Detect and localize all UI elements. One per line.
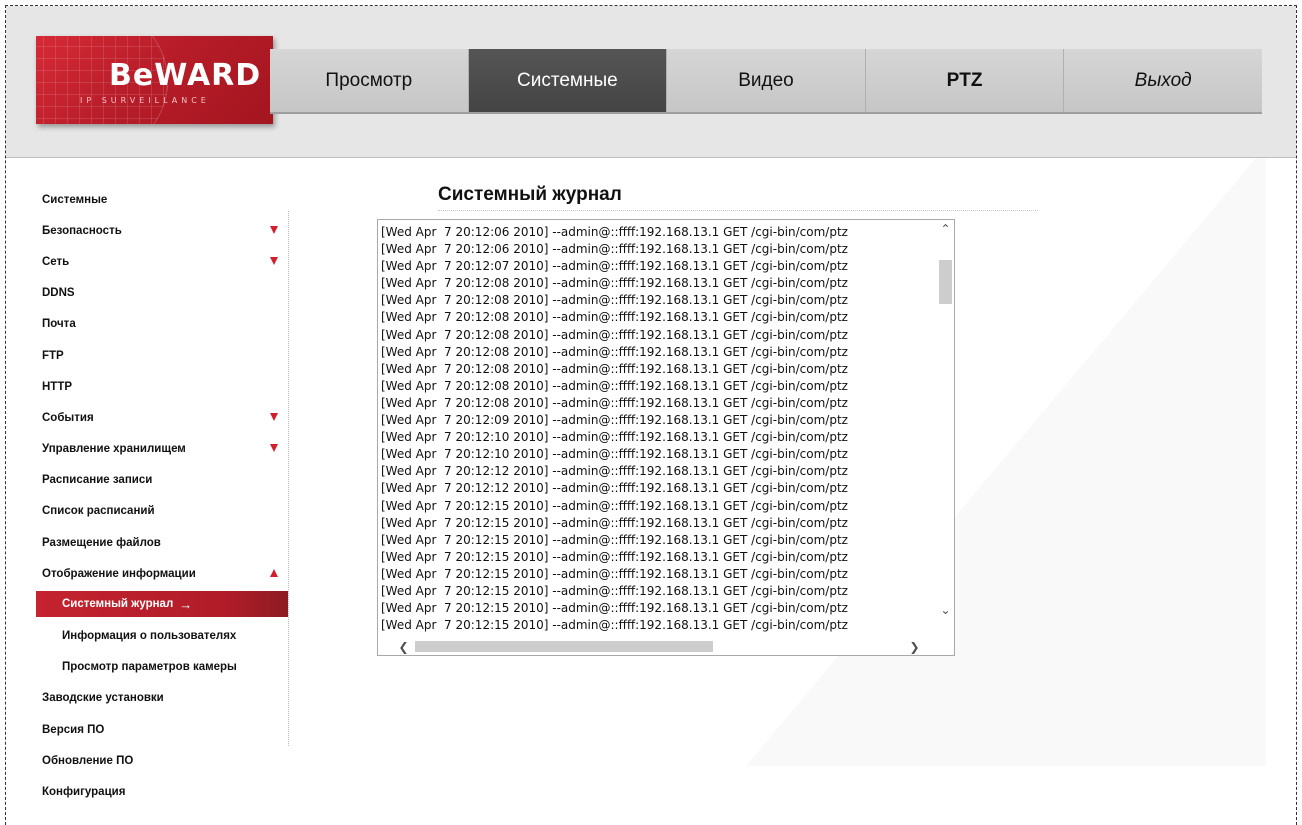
triangle-down-icon: [270, 256, 278, 265]
chevron-up-icon[interactable]: ⌃: [937, 220, 954, 237]
page-frame: BeWARD IP SURVEILLANCE Просмотр Системны…: [5, 5, 1297, 825]
brand-logo[interactable]: BeWARD IP SURVEILLANCE: [36, 36, 273, 124]
sidebar-item-label: Сеть: [42, 255, 70, 268]
sidebar-item-label: Безопасность: [42, 224, 122, 237]
log-line: [Wed Apr 7 20:12:15 2010] --admin@::ffff…: [381, 549, 848, 564]
sidebar-item-label: Просмотр параметров камеры: [62, 661, 237, 674]
sidebar-item-firmware-version[interactable]: Версия ПО: [36, 714, 288, 745]
logo-text: BeWARD: [109, 58, 262, 93]
log-content: [Wed Apr 7 20:12:06 2010] --admin@::ffff…: [381, 224, 937, 632]
sidebar-item-label: Расписание записи: [42, 474, 153, 487]
sidebar-divider: [288, 211, 289, 746]
sidebar-item-label: Управление хранилищем: [42, 443, 186, 456]
sidebar-item-firmware-update[interactable]: Обновление ПО: [36, 745, 288, 776]
nav-item-view[interactable]: Просмотр: [270, 49, 469, 112]
page-title: Системный журнал: [438, 184, 622, 205]
log-line: [Wed Apr 7 20:12:15 2010] --admin@::ffff…: [381, 532, 848, 547]
nav-item-video[interactable]: Видео: [667, 49, 866, 112]
log-line: [Wed Apr 7 20:12:08 2010] --admin@::ffff…: [381, 344, 848, 359]
sidebar-item-label: Информация о пользователях: [62, 630, 237, 643]
sidebar-item-label: Заводские установки: [42, 692, 164, 705]
log-line: [Wed Apr 7 20:12:08 2010] --admin@::ffff…: [381, 293, 848, 308]
log-line: [Wed Apr 7 20:12:12 2010] --admin@::ffff…: [381, 481, 848, 496]
sidebar-item-system-log[interactable]: Системный журнал →: [36, 591, 288, 618]
sidebar-item-label: Конфигурация: [42, 785, 126, 798]
log-line: [Wed Apr 7 20:12:08 2010] --admin@::ffff…: [381, 378, 848, 393]
sidebar-item-schedule-list[interactable]: Список расписаний: [36, 496, 288, 527]
sidebar-item-http[interactable]: HTTP: [36, 371, 288, 402]
vertical-scroll-thumb[interactable]: [939, 260, 952, 304]
log-line: [Wed Apr 7 20:12:06 2010] --admin@::ffff…: [381, 242, 848, 257]
sidebar-item-ddns[interactable]: DDNS: [36, 278, 288, 309]
log-line: [Wed Apr 7 20:12:12 2010] --admin@::ffff…: [381, 464, 848, 479]
chevron-right-icon[interactable]: ❯: [906, 638, 923, 655]
sidebar-item-camera-params[interactable]: Просмотр параметров камеры: [36, 652, 288, 683]
sidebar-item-storage[interactable]: Управление хранилищем: [36, 434, 288, 465]
chevron-down-icon[interactable]: ⌄: [937, 601, 954, 618]
log-line: [Wed Apr 7 20:12:06 2010] --admin@::ffff…: [381, 225, 848, 239]
nav-item-logout[interactable]: Выход: [1064, 49, 1262, 112]
sidebar: Системные Безопасность Сеть DDNS Почта F…: [36, 184, 288, 808]
vertical-scrollbar[interactable]: ⌃ ⌄: [937, 220, 954, 640]
log-line: [Wed Apr 7 20:12:15 2010] --admin@::ffff…: [381, 515, 848, 530]
sidebar-item-label: Почта: [42, 318, 76, 331]
top-nav: Просмотр Системные Видео PTZ Выход: [270, 49, 1262, 114]
sidebar-item-label: HTTP: [42, 380, 73, 393]
sidebar-item-label: Список расписаний: [42, 505, 155, 518]
log-line: [Wed Apr 7 20:12:07 2010] --admin@::ffff…: [381, 259, 848, 274]
log-line: [Wed Apr 7 20:12:10 2010] --admin@::ffff…: [381, 430, 848, 445]
log-line: [Wed Apr 7 20:12:08 2010] --admin@::ffff…: [381, 327, 848, 342]
sidebar-item-label: Версия ПО: [42, 723, 105, 736]
sidebar-item-events[interactable]: События: [36, 402, 288, 433]
log-line: [Wed Apr 7 20:12:15 2010] --admin@::ffff…: [381, 601, 848, 616]
logo-subtitle: IP SURVEILLANCE: [80, 96, 210, 105]
sidebar-item-label: DDNS: [42, 287, 75, 300]
sidebar-item-user-info[interactable]: Информация о пользователях: [36, 620, 288, 651]
nav-item-ptz[interactable]: PTZ: [865, 49, 1065, 112]
log-line: [Wed Apr 7 20:12:08 2010] --admin@::ffff…: [381, 395, 848, 410]
log-line: [Wed Apr 7 20:12:08 2010] --admin@::ffff…: [381, 310, 848, 325]
sidebar-item-system[interactable]: Системные: [36, 184, 288, 215]
sidebar-item-label: FTP: [42, 349, 64, 362]
sidebar-item-label: Системные: [42, 193, 108, 206]
sidebar-item-label: Системный журнал: [62, 598, 174, 611]
log-line: [Wed Apr 7 20:12:10 2010] --admin@::ffff…: [381, 447, 848, 462]
arrow-right-icon: →: [179, 596, 193, 612]
nav-item-system[interactable]: Системные: [468, 49, 668, 112]
sidebar-item-label: Размещение файлов: [42, 536, 161, 549]
header: BeWARD IP SURVEILLANCE Просмотр Системны…: [6, 6, 1296, 158]
log-line: [Wed Apr 7 20:12:08 2010] --admin@::ffff…: [381, 276, 848, 291]
sidebar-item-record-schedule[interactable]: Расписание записи: [36, 465, 288, 496]
chevron-left-icon[interactable]: ❮: [395, 638, 412, 655]
log-line: [Wed Apr 7 20:12:15 2010] --admin@::ffff…: [381, 498, 848, 513]
horizontal-scroll-thumb[interactable]: [415, 641, 713, 652]
log-line: [Wed Apr 7 20:12:15 2010] --admin@::ffff…: [381, 566, 848, 581]
horizontal-scrollbar[interactable]: ❮ ❯: [378, 638, 954, 655]
sidebar-item-label: События: [42, 411, 94, 424]
log-line: [Wed Apr 7 20:12:15 2010] --admin@::ffff…: [381, 583, 848, 598]
title-divider: [438, 210, 1038, 211]
triangle-down-icon: [270, 225, 278, 234]
system-log-textarea[interactable]: [Wed Apr 7 20:12:06 2010] --admin@::ffff…: [377, 219, 955, 656]
sidebar-item-ftp[interactable]: FTP: [36, 340, 288, 371]
sidebar-item-label: Отображение информации: [42, 567, 196, 580]
log-line: [Wed Apr 7 20:12:08 2010] --admin@::ffff…: [381, 361, 848, 376]
sidebar-item-mail[interactable]: Почта: [36, 309, 288, 340]
sidebar-item-network[interactable]: Сеть: [36, 246, 288, 277]
log-line: [Wed Apr 7 20:12:15 2010] --admin@::ffff…: [381, 618, 848, 632]
triangle-down-icon: [270, 444, 278, 453]
triangle-up-icon: [270, 568, 278, 577]
sidebar-item-file-location[interactable]: Размещение файлов: [36, 527, 288, 558]
triangle-down-icon: [270, 412, 278, 421]
sidebar-item-configuration[interactable]: Конфигурация: [36, 776, 288, 807]
sidebar-item-factory-defaults[interactable]: Заводские установки: [36, 683, 288, 714]
log-line: [Wed Apr 7 20:12:09 2010] --admin@::ffff…: [381, 413, 848, 428]
sidebar-item-info-display[interactable]: Отображение информации: [36, 558, 288, 589]
sidebar-item-security[interactable]: Безопасность: [36, 215, 288, 246]
sidebar-item-label: Обновление ПО: [42, 754, 134, 767]
